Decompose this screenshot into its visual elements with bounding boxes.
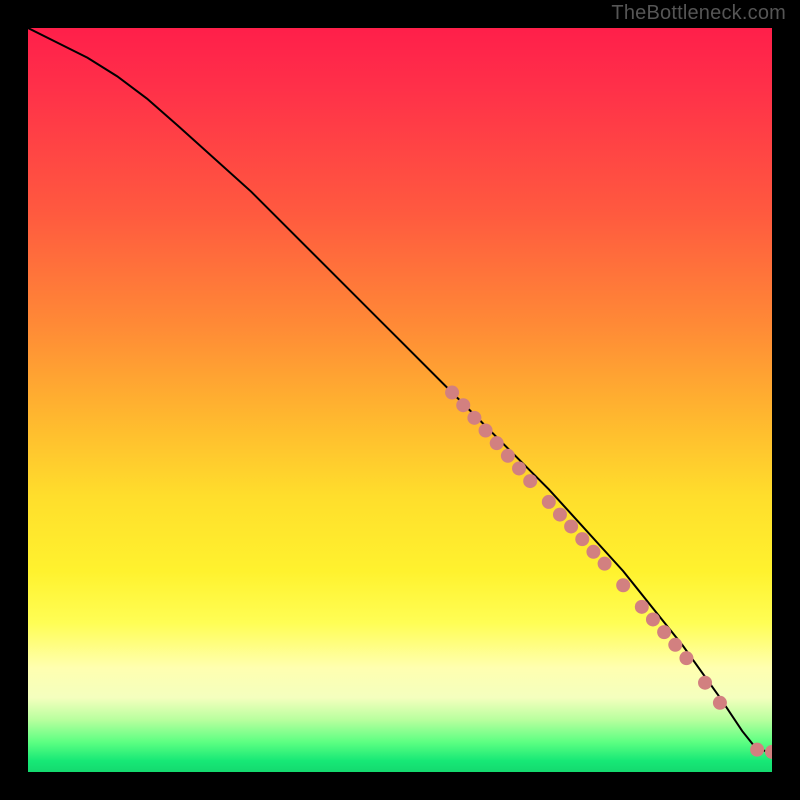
watermark-text: TheBottleneck.com [611, 2, 786, 25]
curve-line [28, 28, 772, 752]
plot-area [28, 28, 772, 772]
chart-svg [28, 28, 772, 772]
chart-frame: TheBottleneck.com [0, 0, 800, 800]
curve-markers [445, 386, 772, 759]
